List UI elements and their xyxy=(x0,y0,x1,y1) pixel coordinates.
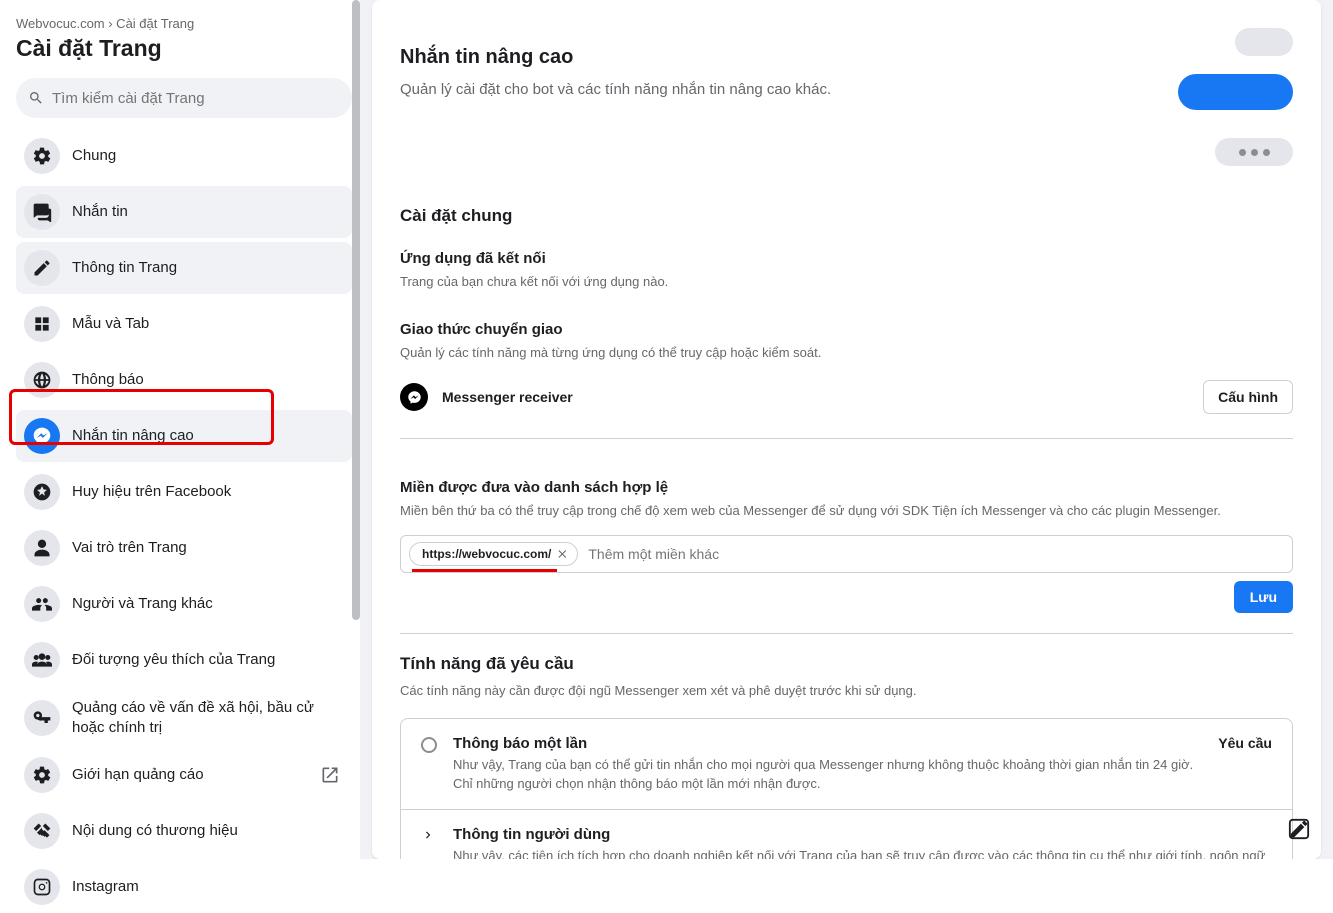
search-input[interactable] xyxy=(52,90,340,107)
sidebar-label: Instagram xyxy=(72,877,139,897)
feature-list: Thông báo một lần Như vậy, Trang của bạn… xyxy=(400,718,1293,859)
receiver-label: Messenger receiver xyxy=(442,389,573,405)
search-icon xyxy=(28,90,44,106)
sidebar-item-notifications[interactable]: Thông báo xyxy=(16,354,352,406)
sidebar-label: Quảng cáo về vấn đề xã hội, bầu cử hoặc … xyxy=(72,698,344,737)
sidebar-item-messaging[interactable]: Nhắn tin xyxy=(16,186,352,238)
sidebar-item-people-pages[interactable]: Người và Trang khác xyxy=(16,578,352,630)
chevron-right-icon xyxy=(421,828,437,844)
sidebar-label: Người và Trang khác xyxy=(72,594,213,614)
request-action[interactable]: Yêu cầu xyxy=(1218,735,1272,751)
sidebar-item-badges[interactable]: Huy hiệu trên Facebook xyxy=(16,466,352,518)
sidebar-item-page-roles[interactable]: Vai trò trên Trang xyxy=(16,522,352,574)
hero-subtitle: Quản lý cài đặt cho bot và các tính năng… xyxy=(400,81,831,98)
connected-apps-text: Trang của bạn chưa kết nối với ứng dụng … xyxy=(400,273,1293,291)
sidebar-label: Nhắn tin xyxy=(72,202,128,222)
badge-star-icon xyxy=(32,482,52,502)
sidebar-label: Giới hạn quảng cáo xyxy=(72,765,204,785)
feature-desc: Như vậy, Trang của bạn có thể gửi tin nh… xyxy=(453,756,1202,794)
sidebar-label: Chung xyxy=(72,146,116,166)
external-link-icon xyxy=(320,765,340,785)
grid-icon xyxy=(32,314,52,334)
close-icon[interactable] xyxy=(557,548,569,560)
main-content: Nhắn tin nâng cao Quản lý cài đặt cho bo… xyxy=(360,0,1333,859)
sidebar-item-preferred-audience[interactable]: Đối tượng yêu thích của Trang xyxy=(16,634,352,686)
people-group-icon xyxy=(32,650,52,670)
edit-icon xyxy=(1288,818,1310,840)
sidebar-item-advanced-messaging[interactable]: Nhắn tin nâng cao xyxy=(16,410,352,462)
globe-icon xyxy=(32,370,52,390)
sidebar-item-ad-limits[interactable]: Giới hạn quảng cáo xyxy=(16,749,352,801)
sidebar-label: Thông báo xyxy=(72,370,144,390)
sidebar-label: Nội dung có thương hiệu xyxy=(72,821,238,841)
sidebar-label: Nhắn tin nâng cao xyxy=(72,426,194,446)
feature-title: Thông tin người dùng xyxy=(453,826,1272,843)
sidebar-label: Mẫu và Tab xyxy=(72,314,149,334)
domain-chip-label: https://webvocuc.com/ xyxy=(422,547,551,561)
requested-features-desc: Các tính năng này cần được đội ngũ Messe… xyxy=(400,682,1293,700)
search-box[interactable] xyxy=(16,78,352,118)
sidebar-label: Vai trò trên Trang xyxy=(72,538,187,558)
instagram-icon xyxy=(32,877,52,897)
key-icon xyxy=(32,708,52,728)
sidebar-item-issue-ads[interactable]: Quảng cáo về vấn đề xã hội, bầu cử hoặc … xyxy=(16,690,352,745)
scrollbar[interactable] xyxy=(352,0,360,859)
domain-chip[interactable]: https://webvocuc.com/ xyxy=(409,542,578,566)
connected-apps-heading: Ứng dụng đã kết nối xyxy=(400,250,1293,267)
general-settings-title: Cài đặt chung xyxy=(400,206,1293,226)
edit-fab[interactable] xyxy=(1279,809,1319,849)
handshake-icon xyxy=(32,821,52,841)
sidebar-item-templates[interactable]: Mẫu và Tab xyxy=(16,298,352,350)
sidebar-item-branded-content[interactable]: Nội dung có thương hiệu xyxy=(16,805,352,857)
hero-title: Nhắn tin nâng cao xyxy=(400,46,831,69)
radio-icon[interactable] xyxy=(421,737,437,753)
sidebar-label: Đối tượng yêu thích của Trang xyxy=(72,650,275,670)
sidebar-label: Huy hiệu trên Facebook xyxy=(72,482,231,502)
feature-desc: Như vậy, các tiện ích tích hợp cho doanh… xyxy=(453,847,1272,859)
sidebar-nav: Chung Nhắn tin Thông tin Trang Mẫu và Ta… xyxy=(16,130,352,913)
handover-heading: Giao thức chuyển giao xyxy=(400,321,1293,338)
feature-item-user-info[interactable]: Thông tin người dùng Như vậy, các tiện í… xyxy=(401,810,1292,859)
page-title: Cài đặt Trang xyxy=(16,35,352,62)
add-domain-input[interactable] xyxy=(588,546,1284,562)
configure-button[interactable]: Cấu hình xyxy=(1203,380,1293,414)
whitelist-heading: Miền được đưa vào danh sách hợp lệ xyxy=(400,479,1293,496)
sidebar-item-page-info[interactable]: Thông tin Trang xyxy=(16,242,352,294)
breadcrumb[interactable]: Webvocuc.com › Cài đặt Trang xyxy=(16,16,352,31)
pencil-icon xyxy=(32,258,52,278)
save-button[interactable]: Lưu xyxy=(1234,581,1293,613)
chat-illustration xyxy=(1093,46,1293,186)
domain-input-container[interactable]: https://webvocuc.com/ xyxy=(400,535,1293,573)
gear-icon xyxy=(32,765,52,785)
whitelist-desc: Miền bên thứ ba có thể truy cập trong ch… xyxy=(400,502,1293,520)
sidebar-label: Thông tin Trang xyxy=(72,258,177,278)
annotation-underline xyxy=(412,569,557,572)
sidebar-item-general[interactable]: Chung xyxy=(16,130,352,182)
messenger-icon xyxy=(32,426,52,446)
gear-icon xyxy=(32,146,52,166)
person-icon xyxy=(32,538,52,558)
sidebar-item-instagram[interactable]: Instagram xyxy=(16,861,352,913)
feature-title: Thông báo một lần xyxy=(453,735,1202,752)
chat-icon xyxy=(32,202,52,222)
messenger-badge-icon xyxy=(400,383,428,411)
handover-text: Quản lý các tính năng mà từng ứng dụng c… xyxy=(400,344,1293,362)
requested-features-title: Tính năng đã yêu cầu xyxy=(400,654,1293,674)
people-icon xyxy=(32,594,52,614)
feature-item-one-time[interactable]: Thông báo một lần Như vậy, Trang của bạn… xyxy=(401,719,1292,811)
sidebar: Webvocuc.com › Cài đặt Trang Cài đặt Tra… xyxy=(0,0,360,859)
